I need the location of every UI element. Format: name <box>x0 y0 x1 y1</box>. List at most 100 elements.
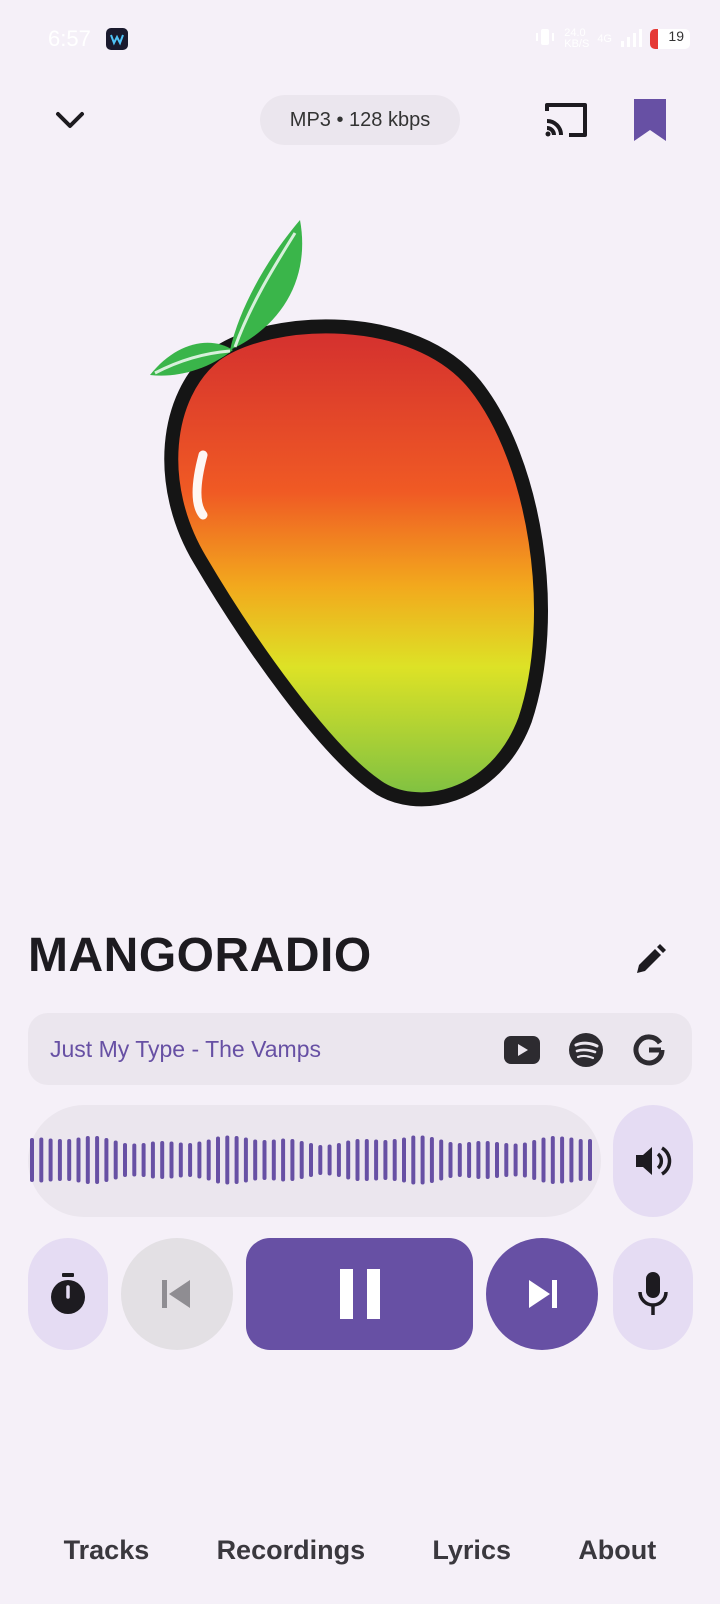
app-notification-icon <box>106 28 128 50</box>
waveform-bar <box>76 1137 81 1183</box>
net-speed: 24.0 KB/S <box>564 26 590 50</box>
waveform-bar <box>243 1137 248 1183</box>
waveform-bar <box>420 1135 425 1185</box>
waveform-bar <box>364 1139 369 1181</box>
tab-lyrics[interactable]: Lyrics <box>422 1527 521 1574</box>
waveform-bar <box>402 1137 406 1183</box>
waveform-bar <box>318 1145 323 1175</box>
waveform-bar <box>448 1142 453 1178</box>
waveform-bar <box>476 1141 481 1179</box>
previous-button[interactable] <box>121 1238 233 1350</box>
waveform-bar <box>495 1142 499 1178</box>
google-icon <box>633 1034 665 1066</box>
waveform-bar <box>560 1136 565 1184</box>
spotify-icon <box>569 1033 603 1067</box>
waveform-bar <box>355 1139 360 1181</box>
waveform-bar <box>123 1143 127 1177</box>
skip-previous-icon <box>162 1280 190 1308</box>
waveform-bar <box>299 1141 304 1179</box>
waveform-bar <box>141 1143 146 1177</box>
waveform-bar <box>85 1136 90 1184</box>
status-time: 6:57 <box>48 26 91 51</box>
tab-about[interactable]: About <box>568 1527 666 1574</box>
volume-button[interactable] <box>613 1105 693 1217</box>
waveform-bar <box>271 1139 276 1181</box>
collapse-button[interactable] <box>46 96 94 144</box>
chevron-down-icon <box>56 112 84 128</box>
waveform-bar <box>206 1139 211 1181</box>
waveform-bar <box>309 1143 313 1177</box>
waveform-bar <box>327 1144 332 1176</box>
waveform-bar <box>104 1138 109 1182</box>
waveform-bar <box>169 1141 174 1179</box>
bottom-navigation: Tracks Recordings Lyrics About <box>0 1515 720 1585</box>
waveform-bar <box>234 1136 239 1184</box>
waveform-bar <box>532 1140 537 1180</box>
waveform-bar <box>541 1137 546 1183</box>
pencil-icon <box>637 944 666 973</box>
battery-level: 19 <box>668 28 684 44</box>
waveform-bar <box>253 1139 258 1181</box>
waveform-bar <box>346 1140 351 1180</box>
waveform-bar <box>392 1139 397 1181</box>
cast-button[interactable] <box>538 96 594 144</box>
waveform-bar <box>457 1143 462 1177</box>
vibrate-icon <box>534 26 556 51</box>
google-search-button[interactable] <box>624 1025 674 1075</box>
youtube-icon <box>504 1036 540 1064</box>
waveform-bar <box>160 1141 165 1179</box>
edit-station-button[interactable] <box>626 936 674 984</box>
waveform-bar <box>485 1141 490 1179</box>
waveform-bars <box>30 1135 592 1185</box>
tab-recordings[interactable]: Recordings <box>207 1527 376 1574</box>
pause-icon <box>339 1269 380 1319</box>
waveform-bar <box>150 1141 155 1179</box>
bookmark-icon <box>634 99 666 141</box>
cast-icon <box>545 103 587 137</box>
now-playing-track[interactable]: Just My Type - The Vamps <box>50 1036 321 1063</box>
sleep-timer-button[interactable] <box>28 1238 108 1350</box>
waveform-bar <box>48 1138 53 1182</box>
waveform-bar <box>178 1142 183 1178</box>
waveform-bar <box>95 1136 100 1184</box>
waveform-bar <box>67 1139 72 1181</box>
waveform-bar <box>439 1139 444 1181</box>
waveform-bar <box>522 1142 527 1178</box>
waveform-bar <box>569 1137 574 1183</box>
next-button[interactable] <box>486 1238 598 1350</box>
waveform-bar <box>132 1143 137 1177</box>
waveform-bar <box>513 1143 518 1177</box>
waveform-bar <box>550 1136 555 1184</box>
waveform-bar <box>374 1139 379 1181</box>
tab-tracks[interactable]: Tracks <box>54 1527 160 1574</box>
waveform-bar <box>113 1140 118 1180</box>
waveform-bar <box>290 1139 295 1181</box>
waveform-bar <box>30 1138 34 1182</box>
waveform-bar <box>429 1137 434 1183</box>
youtube-search-button[interactable] <box>497 1025 547 1075</box>
waveform-bar <box>39 1137 44 1183</box>
waveform-bar <box>216 1136 220 1184</box>
waveform-bar <box>281 1138 286 1182</box>
bookmark-button[interactable] <box>624 92 676 148</box>
waveform-bar <box>225 1135 230 1185</box>
waveform-bar <box>467 1142 472 1178</box>
status-icons: 24.0 KB/S 4G 19 <box>534 26 690 51</box>
skip-next-icon <box>529 1280 557 1308</box>
waveform-bar <box>411 1135 416 1185</box>
mic-icon <box>638 1272 668 1315</box>
waveform-bar <box>504 1143 509 1177</box>
play-pause-button[interactable] <box>246 1238 473 1350</box>
waveform-bar <box>57 1139 62 1181</box>
spotify-search-button[interactable] <box>561 1025 611 1075</box>
signal-icon <box>620 27 642 50</box>
waveform-bar <box>383 1140 388 1180</box>
voice-search-button[interactable] <box>613 1238 693 1350</box>
waveform-bar <box>588 1139 592 1181</box>
volume-icon <box>636 1146 672 1176</box>
waveform-bar <box>336 1143 341 1177</box>
waveform-bar <box>188 1143 193 1177</box>
waveform-bar <box>197 1141 202 1179</box>
format-chip: MP3 • 128 kbps <box>260 95 460 145</box>
waveform-bar <box>262 1140 267 1180</box>
